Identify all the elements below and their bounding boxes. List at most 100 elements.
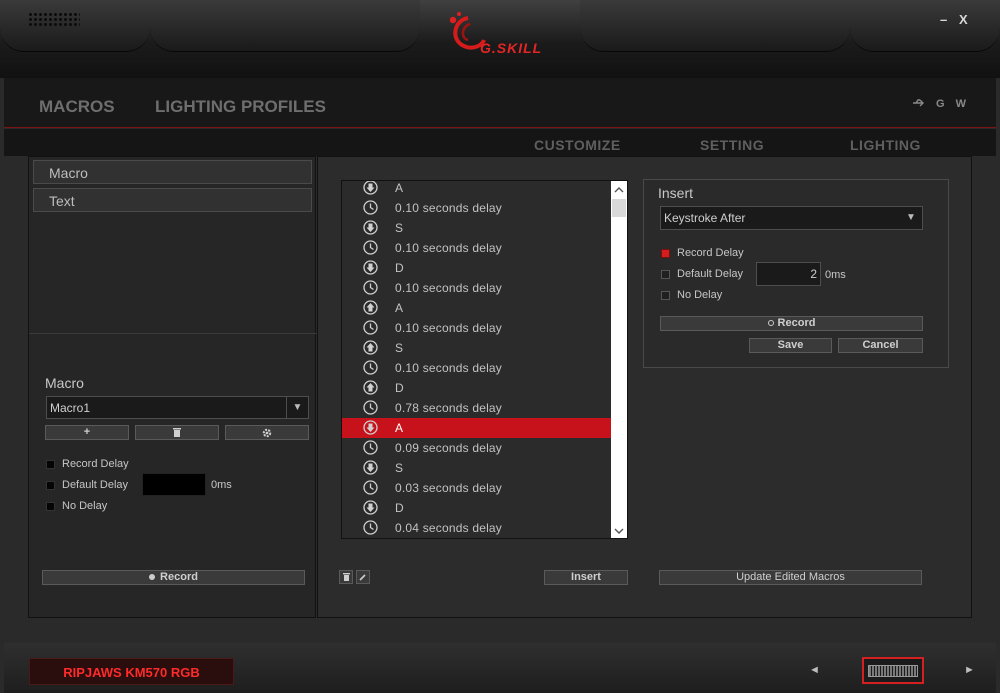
clock-icon <box>363 440 378 455</box>
left-default-delay-option[interactable]: Default Delay <box>46 479 128 491</box>
edit-event-button[interactable] <box>356 570 370 584</box>
record-delay-checkbox[interactable] <box>46 459 55 469</box>
key-down-icon <box>363 260 378 275</box>
category-text[interactable]: Text <box>33 188 312 212</box>
insert-panel: Insert Keystroke After ▼ Record Delay De… <box>643 179 949 368</box>
list-item-label: S <box>395 341 404 355</box>
insert-record-button[interactable]: Record <box>660 316 923 331</box>
tab-customize[interactable]: CUSTOMIZE <box>534 137 621 153</box>
list-item[interactable]: D <box>342 258 612 278</box>
keyboard-thumbnail[interactable] <box>862 657 924 684</box>
record-dot-icon <box>767 320 774 326</box>
delete-event-button[interactable] <box>339 570 353 584</box>
list-item[interactable]: 0.10 seconds delay <box>342 318 612 338</box>
delete-macro-button[interactable] <box>135 425 219 440</box>
list-item[interactable]: S <box>342 458 612 478</box>
list-item[interactable]: A <box>342 181 612 198</box>
title-bar[interactable]: G.SKILL – X <box>0 0 1000 78</box>
device-bar: RIPJAWS KM570 RGB ◄ ► <box>4 643 996 693</box>
list-item[interactable]: 0.10 seconds delay <box>342 278 612 298</box>
tab-macros[interactable]: MACROS <box>39 97 115 117</box>
insert-delay-value: 2 <box>810 267 817 281</box>
list-item[interactable]: A <box>342 298 612 318</box>
list-item[interactable]: S <box>342 338 612 358</box>
usb-icon[interactable] <box>912 98 928 110</box>
record-dot-icon <box>149 574 156 580</box>
clock-icon <box>363 360 378 375</box>
list-item[interactable]: 0.09 seconds delay <box>342 438 612 458</box>
update-edited-macros-button[interactable]: Update Edited Macros <box>659 570 922 585</box>
list-scrollbar[interactable] <box>611 181 627 538</box>
list-item[interactable]: 0.03 seconds delay <box>342 478 612 498</box>
left-delay-input[interactable] <box>142 473 206 496</box>
left-record-button[interactable]: Record <box>42 570 305 585</box>
insert-delay-input[interactable]: 2 <box>756 262 821 286</box>
key-down-icon <box>363 460 378 475</box>
list-item[interactable]: 0.10 seconds delay <box>342 238 612 258</box>
clock-icon <box>363 480 378 495</box>
list-item-label: 0.78 seconds delay <box>395 401 503 415</box>
chevron-down-icon[interactable]: ▼ <box>286 397 308 418</box>
list-item[interactable]: 0.10 seconds delay <box>342 198 612 218</box>
left-no-delay-option[interactable]: No Delay <box>46 500 107 512</box>
next-device-icon[interactable]: ► <box>964 664 975 676</box>
list-item-label: 0.03 seconds delay <box>395 481 503 495</box>
tab-setting[interactable]: SETTING <box>700 137 764 153</box>
list-item-label: 0.09 seconds delay <box>395 441 503 455</box>
record-delay-label: Record Delay <box>62 458 129 470</box>
list-item-label: A <box>395 181 404 195</box>
category-macro[interactable]: Macro <box>33 160 312 184</box>
insert-default-delay-checkbox[interactable] <box>661 269 670 279</box>
scroll-down-icon[interactable] <box>611 523 627 538</box>
list-item[interactable]: S <box>342 218 612 238</box>
chevron-down-icon[interactable]: ▼ <box>900 207 922 229</box>
default-delay-checkbox[interactable] <box>46 480 55 490</box>
g-key-icon[interactable]: G <box>936 98 945 110</box>
tab-lighting-profiles[interactable]: LIGHTING PROFILES <box>155 97 326 117</box>
insert-mode-value: Keystroke After <box>664 211 746 225</box>
w-key-icon[interactable]: W <box>956 98 966 110</box>
clock-icon <box>363 200 378 215</box>
insert-no-delay-option[interactable]: No Delay <box>661 289 722 301</box>
macro-editor: 0.04 seconds delay D 0.03 seconds delay S 0.… <box>317 156 972 618</box>
save-button[interactable]: Save <box>749 338 832 353</box>
macro-label: Macro <box>45 375 84 391</box>
trash-icon <box>342 573 350 581</box>
minimize-button[interactable]: – <box>940 12 947 27</box>
list-item-label: 0.10 seconds delay <box>395 361 503 375</box>
list-item[interactable]: D <box>342 498 612 518</box>
scroll-up-icon[interactable] <box>611 182 627 198</box>
list-item[interactable]: 0.78 seconds delay <box>342 398 612 418</box>
insert-title: Insert <box>658 185 694 201</box>
gskill-logo: G.SKILL <box>446 10 556 60</box>
list-item-label: 0.10 seconds delay <box>395 201 503 215</box>
cancel-button[interactable]: Cancel <box>838 338 923 353</box>
list-item[interactable]: 0.04 seconds delay <box>342 518 612 538</box>
scroll-thumb[interactable] <box>612 199 626 217</box>
no-delay-checkbox[interactable] <box>46 501 55 511</box>
tab-lighting[interactable]: LIGHTING <box>850 137 921 153</box>
left-record-delay-option[interactable]: Record Delay <box>46 458 129 470</box>
macro-select[interactable]: Macro1 ▼ <box>46 396 309 419</box>
key-down-icon <box>363 220 378 235</box>
list-item[interactable]: A <box>342 418 612 438</box>
list-item[interactable]: D <box>342 378 612 398</box>
insert-no-delay-checkbox[interactable] <box>661 290 670 300</box>
insert-mode-select[interactable]: Keystroke After ▼ <box>660 206 923 230</box>
key-down-icon <box>363 420 378 435</box>
no-delay-label: No Delay <box>62 500 108 512</box>
macro-event-list[interactable]: 0.04 seconds delay D 0.03 seconds delay S 0.… <box>341 180 628 539</box>
macro-settings-button[interactable] <box>225 425 309 440</box>
insert-record-delay-checkbox[interactable] <box>661 248 670 258</box>
close-button[interactable]: X <box>959 12 968 27</box>
insert-default-delay-option[interactable]: Default Delay <box>661 268 743 280</box>
insert-button[interactable]: Insert <box>544 570 628 585</box>
list-item-label: 0.10 seconds delay <box>395 281 503 295</box>
clock-icon <box>363 320 378 335</box>
prev-device-icon[interactable]: ◄ <box>809 664 820 676</box>
add-macro-button[interactable]: + <box>45 425 129 440</box>
insert-record-label: Record <box>777 317 816 329</box>
list-item[interactable]: 0.10 seconds delay <box>342 358 612 378</box>
insert-record-delay-option[interactable]: Record Delay <box>661 247 744 259</box>
key-down-icon <box>363 500 378 515</box>
